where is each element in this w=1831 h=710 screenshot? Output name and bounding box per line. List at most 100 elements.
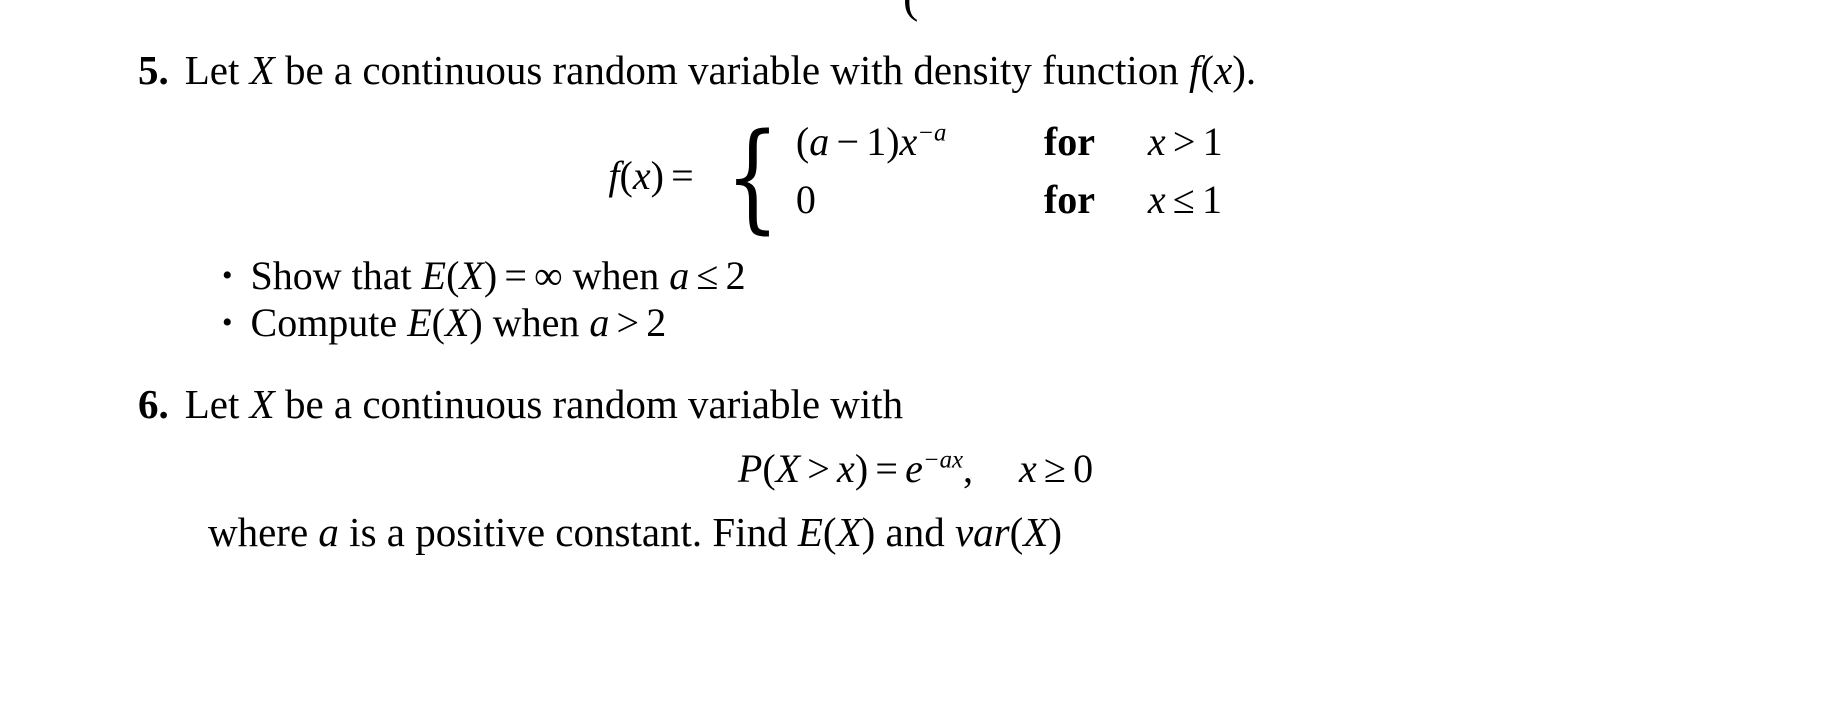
bullet-2-cond-var: a (589, 299, 610, 345)
eq6-paren-close: ) (854, 446, 869, 491)
closing-and: and (885, 509, 945, 555)
case-1-exponent-var: a (934, 119, 947, 147)
bullet-1-text: Show that E(X) = ∞ when a ≤2 (251, 253, 746, 300)
eq6-rel: > (807, 446, 830, 491)
eq6-var-big: X (775, 446, 801, 491)
problem-6-closing-line: where a is a positive constant. Find E(X… (0, 508, 1831, 556)
prob-fn-symbol: P (737, 446, 763, 491)
problem-6-statement-variable: X (249, 381, 275, 427)
closing-middle: is a positive constant. Find (349, 509, 788, 555)
case-2-cond-var: x (1147, 176, 1166, 222)
case-2-cond-rel: ≤ (1172, 176, 1195, 222)
case-1-cond-num: 1 (1202, 118, 1223, 164)
problem-6-equation: P(X > x) = e−ax, x ≥0 (0, 445, 1831, 492)
bullet-2-paren-close: ) (469, 299, 483, 345)
piecewise-lhs-paren-close: ) (650, 153, 664, 199)
piecewise-lhs-paren-open: ( (619, 153, 633, 199)
piecewise-lhs: f(x) = (608, 152, 700, 199)
case-2-zero: 0 (795, 176, 816, 222)
bullet-1-cond-num: 2 (725, 253, 746, 298)
bullet-2-cond-rel: > (616, 299, 640, 345)
closing-lead: where (208, 509, 309, 555)
case-1-exponent: −a (917, 120, 946, 147)
case-2-value: 0 (796, 176, 1044, 223)
bullet-1-expr-arg: X (459, 253, 484, 298)
eq6-exponent-a: a (939, 446, 952, 474)
survival-function-equation: P(X > x) = e−ax, x ≥0 (738, 446, 1093, 491)
eq6-comma: , (963, 446, 973, 491)
document-page: ( 5. Let X be a continuous random variab… (0, 0, 1831, 710)
problem-5-number: 5. (138, 47, 169, 93)
bullet-2-paren-open: ( (431, 299, 445, 345)
statement-function-arg: x (1214, 47, 1233, 93)
bullet-2-lead: Compute (250, 299, 398, 345)
eq6-exponent-x: x (951, 446, 963, 474)
case-2-cond-num: 1 (1202, 176, 1223, 222)
bullet-1-lead: Show that (250, 253, 412, 298)
bullet-2-when: when (492, 299, 580, 345)
case-1-minus: − (836, 118, 859, 164)
closing-var-paren-close: ) (1048, 509, 1062, 555)
case-2-for-label: for (1043, 176, 1095, 222)
problem-5-bullet-list: • Show that E(X) = ∞ when a ≤2 • Compute E(… (0, 253, 1831, 347)
case-2-condition: x ≤1 (1148, 176, 1222, 223)
closing-var-arg: X (1023, 509, 1049, 555)
eq6-cond-rel: ≥ (1043, 446, 1066, 491)
closing-var-paren-open: ( (1009, 509, 1024, 555)
problem-6-number: 6. (138, 381, 169, 427)
bullet-2-expr-fn: E (407, 299, 432, 345)
problem-6-statement: 6. Let X be a continuous random variable… (0, 381, 1831, 428)
case-1-one: 1 (866, 118, 887, 164)
bullet-2-cond-num: 2 (646, 299, 667, 345)
problem-6-statement-lead: Let (184, 381, 240, 427)
eq6-paren-open: ( (762, 446, 776, 491)
problem-6-statement-middle: be a continuous random variable with (284, 381, 904, 427)
piecewise-case-row: 0 for x ≤1 (796, 176, 1223, 234)
bullet-2-text: Compute E(X) when a >2 (251, 300, 667, 347)
case-1-condition: x >1 (1148, 118, 1223, 165)
case-1-value: (a −1)x−a (796, 118, 1044, 165)
piecewise-case-row: (a −1)x−a for x >1 (796, 118, 1223, 176)
closing-const-var: a (318, 509, 339, 555)
problem-5-statement: 5. Let X be a continuous random variable… (0, 47, 1831, 94)
problem-5: 5. Let X be a continuous random variable… (0, 47, 1831, 245)
statement-middle: be a continuous random variable with den… (284, 47, 1179, 93)
eq6-exponent: −ax (923, 447, 963, 474)
problem-6: 6. Let X be a continuous random variable… (0, 381, 1831, 428)
bullet-1-equals: = (504, 253, 527, 298)
case-1-for-label: for (1043, 118, 1095, 164)
piecewise-equals: = (671, 153, 694, 199)
bullet-1-when: when (572, 253, 660, 298)
eq6-equals: = (875, 446, 898, 491)
closing-text: where a is a positive constant. Find E(X… (208, 509, 1062, 555)
eq6-cond-var: x (1019, 446, 1037, 491)
piecewise-lhs-fn: f (608, 153, 620, 199)
statement-variable: X (249, 47, 275, 93)
eq6-cond-num: 0 (1073, 446, 1094, 491)
statement-paren-open: ( (1200, 47, 1215, 93)
infinity-symbol: ∞ (534, 253, 563, 298)
problem-6-statement-text: Let X be a continuous random variable wi… (184, 381, 904, 428)
case-1-cond-rel: > (1172, 118, 1196, 164)
case-1-var: a (809, 118, 830, 164)
closing-e-paren-open: ( (822, 509, 837, 555)
closing-e-arg: X (836, 509, 862, 555)
eq6-var-small: x (837, 446, 855, 491)
left-curly-brace: { (725, 106, 780, 245)
bullet-item-compute-ex: • Compute E(X) when a >2 (222, 300, 1831, 347)
bullet-1-expr-fn: E (421, 253, 447, 298)
closing-var-fn: var (954, 509, 1010, 555)
problem-5-equation: f(x) = { (a −1)x−a for x >1 0 for x ≤1 (0, 106, 1831, 245)
case-1-exponent-minus: − (917, 119, 935, 147)
clipped-glyph-top: ( (903, 0, 918, 20)
eq6-exponent-minus: − (922, 446, 940, 474)
bullet-dot-icon: • (222, 305, 233, 339)
statement-lead: Let (184, 47, 240, 93)
piecewise-equation: f(x) = { (a −1)x−a for x >1 0 for x ≤1 (608, 106, 1223, 245)
piecewise-lhs-arg: x (632, 153, 651, 199)
bullet-2-expr-arg: X (444, 299, 470, 345)
piecewise-cases: (a −1)x−a for x >1 0 for x ≤1 (796, 118, 1223, 234)
bullet-1-cond-var: a (669, 253, 690, 298)
statement-paren-close: ) (1232, 47, 1246, 93)
bullet-dot-icon: • (222, 259, 233, 292)
